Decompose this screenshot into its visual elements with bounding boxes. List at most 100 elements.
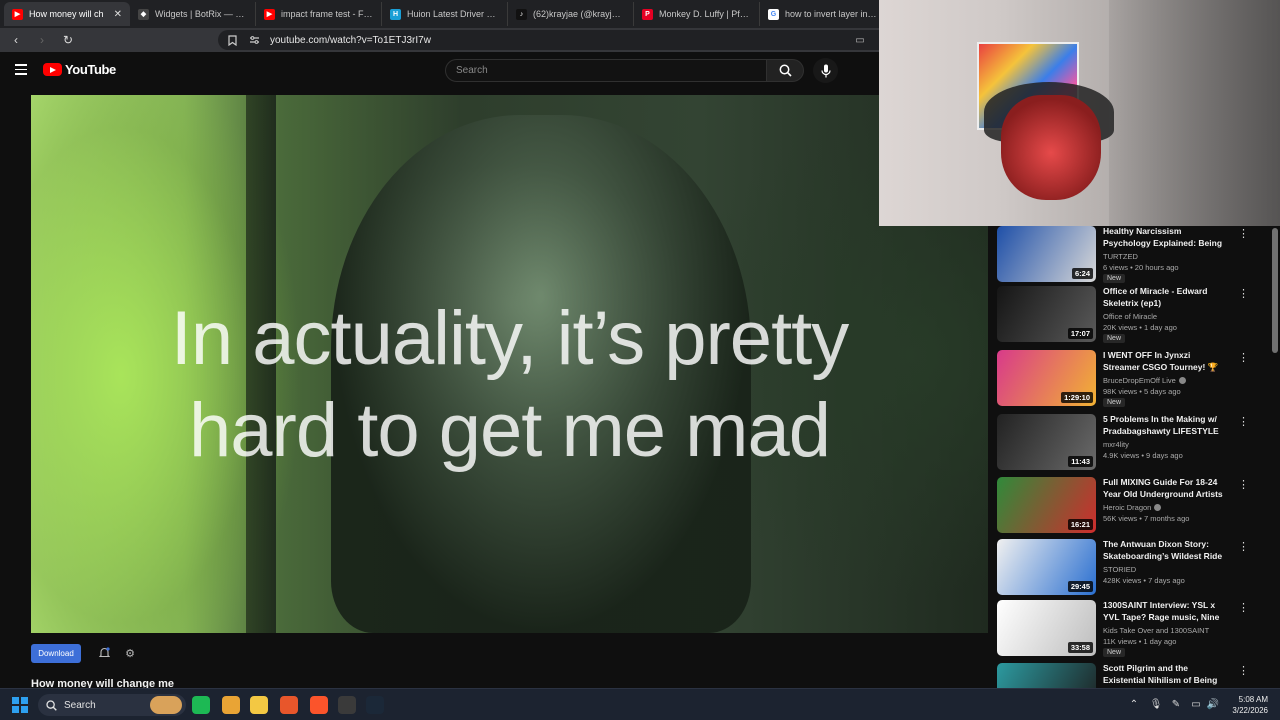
taskbar-clock[interactable]: 5:08 AM 3/22/2026 [1223, 694, 1268, 716]
more-options-icon[interactable]: ⋮ [1238, 665, 1249, 677]
more-options-icon[interactable]: ⋮ [1238, 602, 1249, 614]
caption-line-1: In actuality, it’s pretty [170, 296, 850, 381]
scrollbar-thumb[interactable] [1272, 228, 1278, 353]
video-thumbnail[interactable] [997, 663, 1096, 688]
recommendations-sidebar: 6:24 Healthy Narcissism Psychology Explai… [988, 226, 1280, 688]
brave-icon[interactable] [310, 696, 328, 714]
youtube-play-logo-icon [43, 63, 62, 76]
url-text[interactable]: youtube.com/watch?v=To1ETJ3rI7w [270, 35, 431, 46]
browser-tab[interactable]: ▶ How money will ch ✕ [4, 2, 130, 26]
voice-search-button[interactable] [813, 58, 838, 83]
channel-name[interactable]: Kids Take Over and 1300SAINT [1103, 626, 1209, 635]
channel-name[interactable]: STORIED [1103, 565, 1136, 574]
microphone-icon[interactable]: 🎙 [1150, 698, 1163, 710]
tab-favicon-icon: ▶ [12, 8, 23, 20]
pen-icon[interactable]: ✎ [1170, 698, 1182, 710]
channel-name-text: Office of Miracle [1103, 312, 1158, 321]
recommendation-item[interactable]: 1:29:10 I WENT OFF In Jynxzi Streamer CSG… [997, 350, 1277, 408]
duration-badge: 1:29:10 [1061, 392, 1093, 403]
more-options-icon[interactable]: ⋮ [1238, 228, 1249, 240]
browser-tab[interactable]: P Monkey D. Luffy | Pfp 🍖 [634, 2, 760, 26]
browser-tab[interactable]: ♪ (62)krayjae (@krayjae) | Tik [508, 2, 634, 26]
recommendation-title[interactable]: The Antwuan Dixon Story: Skateboarding’s… [1103, 539, 1227, 562]
youtube-logo[interactable]: YouTube [43, 62, 116, 77]
clock-date: 3/22/2026 [1232, 706, 1268, 715]
sidebar-scrollbar[interactable] [1272, 228, 1278, 683]
recommendation-item[interactable]: 17:07 Office of Miracle - Edward Skeletri… [997, 286, 1277, 344]
browser-tab[interactable]: ▶ impact frame test - Flipacli [256, 2, 382, 26]
browser-tab[interactable]: H Huion Latest Driver and M [382, 2, 508, 26]
more-options-icon[interactable]: ⋮ [1238, 479, 1249, 491]
recommendation-item[interactable]: 11:43 5 Problems In the Making w/ Pradaba… [997, 414, 1277, 472]
recommendation-title[interactable]: 1300SAINT Interview: YSL x YVL Tape? Rag… [1103, 600, 1227, 624]
video-thumbnail[interactable]: 11:43 [997, 414, 1096, 470]
download-button[interactable]: Download [31, 644, 81, 663]
recommendation-item[interactable]: Scott Pilgrim and the Existential Nihili… [997, 663, 1277, 688]
video-thumbnail[interactable]: 33:58 [997, 600, 1096, 656]
channel-name-text: TURTZED [1103, 252, 1138, 261]
app-orange-icon[interactable] [280, 696, 298, 714]
recommendation-title[interactable]: Full MIXING Guide For 18-24 Year Old Und… [1103, 477, 1227, 501]
channel-name[interactable]: BruceDropEmOff Live [1103, 376, 1186, 385]
spotify-icon[interactable] [192, 696, 210, 714]
recommendation-title[interactable]: I WENT OFF In Jynxzi Streamer CSGO Tourn… [1103, 350, 1227, 374]
cast-icon[interactable]: ▭ [854, 34, 866, 46]
video-thumbnail[interactable]: 16:21 [997, 477, 1096, 533]
channel-name[interactable]: Office of Miracle [1103, 312, 1157, 321]
search-button[interactable] [766, 59, 804, 82]
chrome-icon[interactable] [222, 696, 240, 714]
video-thumbnail[interactable]: 17:07 [997, 286, 1096, 342]
caption-line-2: hard to get me mad [188, 388, 831, 473]
tab-favicon-icon: H [390, 8, 401, 20]
back-arrow-icon[interactable]: ‹ [8, 32, 24, 48]
reload-icon[interactable]: ↻ [60, 32, 76, 48]
obs-icon[interactable] [338, 696, 356, 714]
video-thumbnail[interactable]: 29:45 [997, 539, 1096, 595]
duration-badge: 11:43 [1068, 456, 1093, 467]
browser-tab[interactable]: ◆ Widgets | BotRix — Cloud [130, 2, 256, 26]
channel-name[interactable]: mxr4lity [1103, 440, 1129, 449]
browser-tab[interactable]: Ghow to invert layer in krita [760, 2, 880, 26]
recommendation-title[interactable]: Scott Pilgrim and the Existential Nihili… [1103, 663, 1227, 687]
windows-taskbar: Search ⌃ 🎙 ✎ ▭ 🔊 5:08 AM 3/22/2026 [0, 688, 1280, 720]
menu-icon[interactable] [15, 64, 27, 75]
forward-arrow-icon[interactable]: › [34, 32, 50, 48]
speaker-icon[interactable]: 🔊 [1207, 698, 1219, 710]
more-options-icon[interactable]: ⋮ [1238, 352, 1249, 364]
bookmark-icon[interactable] [226, 34, 238, 46]
recommendation-item[interactable]: 16:21 Full MIXING Guide For 18-24 Year Ol… [997, 477, 1277, 535]
display-icon[interactable]: ▭ [1190, 698, 1202, 710]
video-thumbnail[interactable]: 1:29:10 [997, 350, 1096, 406]
recommendation-title[interactable]: Healthy Narcissism Psychology Explained:… [1103, 226, 1227, 250]
file-explorer-icon[interactable] [250, 696, 268, 714]
new-badge: New [1103, 398, 1126, 407]
steam-icon[interactable] [366, 696, 384, 714]
recommendation-item[interactable]: 29:45 The Antwuan Dixon Story: Skateboard… [997, 539, 1277, 597]
channel-name[interactable]: Heroic Dragon [1103, 503, 1162, 512]
windows-start-icon[interactable] [12, 697, 28, 713]
more-options-icon[interactable]: ⋮ [1238, 416, 1249, 428]
video-thumbnail[interactable]: 6:24 [997, 226, 1096, 282]
gear-icon[interactable]: ⚙ [124, 647, 136, 660]
more-options-icon[interactable]: ⋮ [1238, 541, 1249, 553]
video-player[interactable]: In actuality, it’s pretty hard to get me… [31, 95, 988, 633]
site-settings-icon[interactable] [248, 34, 260, 46]
recommendation-item[interactable]: 33:58 1300SAINT Interview: YSL x YVL Tape… [997, 600, 1277, 658]
chevron-up-icon[interactable]: ⌃ [1128, 698, 1140, 710]
channel-name-text: BruceDropEmOff Live [1103, 376, 1176, 385]
recommendation-title[interactable]: 5 Problems In the Making w/ Pradabagshaw… [1103, 414, 1227, 438]
tab-title: Widgets | BotRix — Cloud [155, 9, 247, 19]
channel-name[interactable]: TURTZED [1103, 252, 1138, 261]
channel-name-text: Heroic Dragon [1103, 503, 1152, 512]
close-tab-icon[interactable]: ✕ [114, 9, 122, 20]
more-options-icon[interactable]: ⋮ [1238, 288, 1249, 300]
recommendation-item[interactable]: 6:24 Healthy Narcissism Psychology Explai… [997, 226, 1277, 284]
view-count-and-age: 11K views • 1 day ago [1103, 637, 1177, 646]
notification-bell-icon[interactable] [98, 647, 110, 659]
burger-app-icon[interactable] [150, 696, 182, 714]
recommendation-title[interactable]: Office of Miracle - Edward Skeletrix (ep… [1103, 286, 1227, 309]
youtube-logo-text: YouTube [65, 62, 116, 77]
tab-title: Huion Latest Driver and M [407, 9, 499, 19]
search-input[interactable]: Search [445, 59, 767, 82]
address-bar[interactable]: youtube.com/watch?v=To1ETJ3rI7w ▭ [218, 30, 880, 50]
